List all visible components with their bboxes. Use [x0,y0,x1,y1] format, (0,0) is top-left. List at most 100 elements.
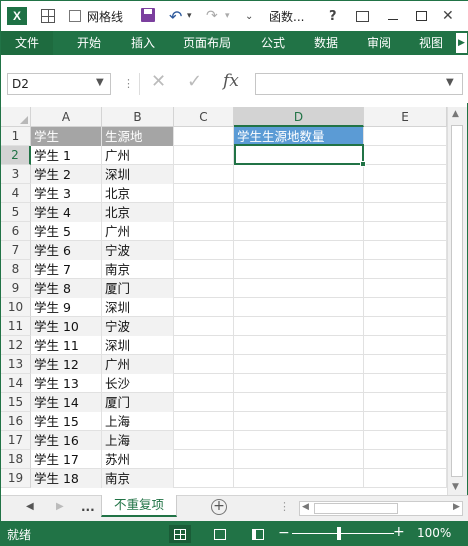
student-cell[interactable]: 学生 11 [31,336,101,355]
sheet-tab-active[interactable]: 不重复项 [101,495,177,517]
add-sheet-icon[interactable]: + [211,499,227,515]
student-cell[interactable]: 学生 5 [31,222,101,241]
gridlines-icon[interactable] [39,6,57,26]
header-cell-a[interactable]: 学生 [31,127,101,146]
help-button[interactable]: ? [329,6,337,26]
row-header[interactable]: 10 [1,298,31,317]
horizontal-scroll-thumb[interactable] [314,503,398,514]
origin-cell[interactable]: 上海 [102,431,173,450]
tab-file[interactable]: 文件 [1,31,53,55]
row-header[interactable]: 19 [1,469,31,488]
origin-cell[interactable]: 广州 [102,146,173,165]
more-sheets-button[interactable]: ... [81,500,95,514]
column-header-b[interactable]: B [102,107,174,127]
ribbon-display-icon[interactable] [356,6,369,26]
select-all-corner[interactable] [1,107,31,127]
normal-view-icon[interactable] [169,525,191,543]
zoom-level[interactable]: 100% [417,526,451,540]
row-header[interactable]: 3 [1,165,31,184]
origin-cell[interactable]: 深圳 [102,298,173,317]
origin-cell[interactable]: 北京 [102,203,173,222]
enter-icon[interactable]: ✓ [187,71,202,92]
next-sheet-icon[interactable]: ▶ [56,501,64,512]
student-cell[interactable]: 学生 4 [31,203,101,222]
origin-cell[interactable]: 厦门 [102,279,173,298]
column-header-c[interactable]: C [174,107,234,127]
customize-qat-icon[interactable]: ⌄ [245,6,253,26]
column-header-d[interactable]: D [234,107,364,127]
column-header-e[interactable]: E [364,107,447,127]
row-header[interactable]: 13 [1,355,31,374]
row-header[interactable]: 16 [1,412,31,431]
zoom-in-button[interactable]: + [393,524,405,540]
student-cell[interactable]: 学生 8 [31,279,101,298]
undo-dropdown-icon[interactable]: ▾ [187,6,192,26]
scroll-up-icon[interactable]: ▲ [452,109,459,119]
row-header[interactable]: 2 [1,146,31,165]
row-header[interactable]: 11 [1,317,31,336]
insert-function-icon[interactable]: fx [223,71,239,91]
origin-cell[interactable]: 深圳 [102,165,173,184]
expand-formula-bar-icon[interactable]: ▼ [446,77,454,88]
origin-cell[interactable]: 厦门 [102,393,173,412]
column-header-a[interactable]: A [31,107,102,127]
tab-review[interactable]: 审阅 [367,31,391,55]
scroll-left-icon[interactable]: ◀ [302,502,309,512]
worksheet-grid[interactable]: ABCDE 1 学生 生源地 学生生源地数量 2 学生 1 广州 3 学生 2 深圳 4 学生 3 北京… [1,107,447,495]
save-icon[interactable] [141,8,155,22]
student-cell[interactable]: 学生 10 [31,317,101,336]
origin-cell[interactable]: 宁波 [102,317,173,336]
row-header[interactable]: 12 [1,336,31,355]
row-header[interactable]: 14 [1,374,31,393]
origin-cell[interactable]: 宁波 [102,241,173,260]
row-header[interactable]: 17 [1,431,31,450]
previous-sheet-icon[interactable]: ◀ [26,501,34,512]
redo-dropdown-icon[interactable]: ▾ [225,6,230,26]
student-cell[interactable]: 学生 14 [31,393,101,412]
row-header[interactable]: 5 [1,203,31,222]
row-header[interactable]: 1 [1,127,31,146]
student-cell[interactable]: 学生 17 [31,450,101,469]
header-cell-b[interactable]: 生源地 [102,127,173,146]
origin-cell[interactable]: 南京 [102,260,173,279]
origin-cell[interactable]: 北京 [102,184,173,203]
ribbon-scroll-right-icon[interactable]: ▶ [456,33,467,53]
row-header[interactable]: 4 [1,184,31,203]
tab-view[interactable]: 视图 [419,31,443,55]
row-header[interactable]: 8 [1,260,31,279]
origin-cell[interactable]: 南京 [102,469,173,488]
vertical-scroll-thumb[interactable] [451,125,463,477]
origin-cell[interactable]: 广州 [102,355,173,374]
scroll-down-icon[interactable]: ▼ [452,482,459,492]
student-cell[interactable]: 学生 7 [31,260,101,279]
name-box-dropdown-icon[interactable]: ▼ [96,77,104,88]
origin-cell[interactable]: 广州 [102,222,173,241]
student-cell[interactable]: 学生 2 [31,165,101,184]
student-cell[interactable]: 学生 1 [31,146,101,165]
zoom-slider[interactable] [292,533,394,534]
formula-input[interactable] [255,73,463,95]
close-icon[interactable]: ✕ [442,6,454,26]
student-cell[interactable]: 学生 3 [31,184,101,203]
tab-insert[interactable]: 插入 [131,31,155,55]
zoom-out-button[interactable]: − [278,525,290,541]
fill-handle[interactable] [360,161,366,167]
tab-home[interactable]: 开始 [77,31,101,55]
student-cell[interactable]: 学生 13 [31,374,101,393]
tab-formulas[interactable]: 公式 [261,31,285,55]
row-header[interactable]: 18 [1,450,31,469]
maximize-icon[interactable] [416,6,427,26]
tab-data[interactable]: 数据 [314,31,338,55]
minimize-icon[interactable] [388,6,398,26]
student-cell[interactable]: 学生 6 [31,241,101,260]
scroll-right-icon[interactable]: ▶ [453,502,460,512]
undo-icon[interactable]: ↶ [169,6,182,26]
row-header[interactable]: 6 [1,222,31,241]
page-layout-view-icon[interactable] [209,525,231,543]
origin-cell[interactable]: 长沙 [102,374,173,393]
row-header[interactable]: 7 [1,241,31,260]
origin-cell[interactable]: 深圳 [102,336,173,355]
row-header[interactable]: 15 [1,393,31,412]
student-cell[interactable]: 学生 15 [31,412,101,431]
zoom-slider-thumb[interactable] [337,527,341,540]
